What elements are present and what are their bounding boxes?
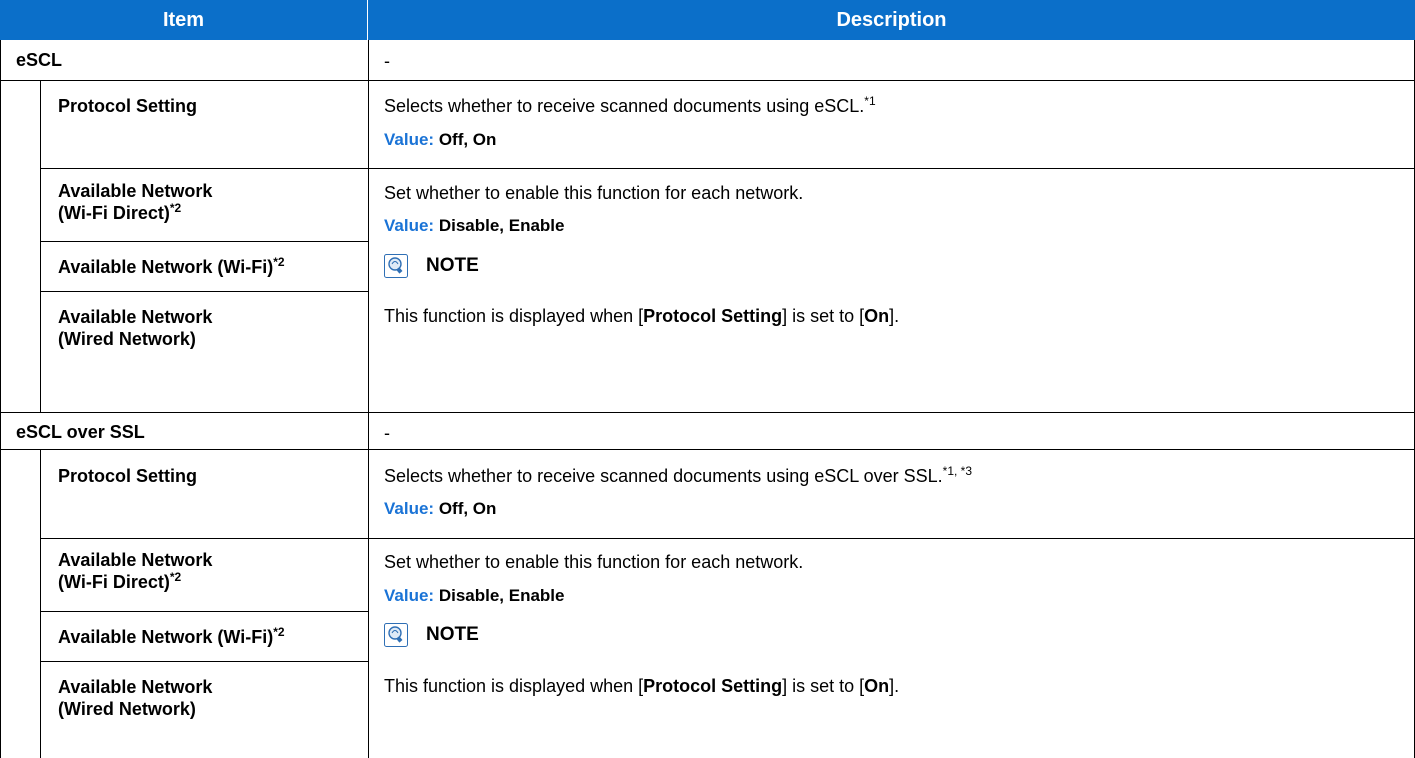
note-text: This function is displayed when [Protoco… <box>384 676 900 696</box>
item-available-network-wired: Available Network (Wired Network) <box>58 307 213 349</box>
section-dash-escl: - <box>384 51 390 71</box>
table-border-left <box>0 40 1 758</box>
column-header-item: Item <box>0 0 368 40</box>
protocol-setting-description: Selects whether to receive scanned docum… <box>384 464 973 486</box>
protocol-setting-description: Selects whether to receive scanned docum… <box>384 94 876 116</box>
note-lightbulb-icon <box>384 623 408 647</box>
indent-divider <box>40 80 41 412</box>
network-value: Value: Disable, Enable <box>384 586 565 605</box>
item-available-network-wifi: Available Network (Wi-Fi)*2 <box>58 255 285 277</box>
network-description: Set whether to enable this function for … <box>384 552 804 572</box>
item-protocol-setting: Protocol Setting <box>58 96 197 116</box>
section-dash-escl-over-ssl: - <box>384 423 390 443</box>
row-divider <box>0 80 1415 81</box>
row-divider <box>40 241 368 242</box>
row-divider <box>0 449 1415 450</box>
row-divider <box>40 168 1415 169</box>
item-available-network-wifi-direct: Available Network (Wi-Fi Direct)*2 <box>58 550 213 592</box>
row-divider <box>40 538 1415 539</box>
column-header-description: Description <box>368 0 1415 40</box>
network-value: Value: Disable, Enable <box>384 216 565 235</box>
item-available-network-wired: Available Network (Wired Network) <box>58 677 213 719</box>
note-heading: NOTE <box>384 623 479 647</box>
note-heading: NOTE <box>384 254 479 278</box>
section-title-escl-over-ssl: eSCL over SSL <box>16 422 145 442</box>
network-description: Set whether to enable this function for … <box>384 183 804 203</box>
note-lightbulb-icon <box>384 254 408 278</box>
row-divider <box>40 611 368 612</box>
protocol-setting-value: Value: Off, On <box>384 130 497 149</box>
protocol-setting-value: Value: Off, On <box>384 499 497 518</box>
settings-table: Item Description eSCL - Protocol Setting… <box>0 0 1415 758</box>
row-divider <box>40 291 368 292</box>
column-divider <box>368 40 369 758</box>
indent-divider <box>40 449 41 758</box>
item-protocol-setting: Protocol Setting <box>58 466 197 486</box>
section-divider <box>0 412 1415 413</box>
section-title-escl: eSCL <box>16 50 63 70</box>
item-available-network-wifi-direct: Available Network (Wi-Fi Direct)*2 <box>58 181 213 223</box>
row-divider <box>40 661 368 662</box>
note-text: This function is displayed when [Protoco… <box>384 306 900 326</box>
item-available-network-wifi: Available Network (Wi-Fi)*2 <box>58 625 285 647</box>
